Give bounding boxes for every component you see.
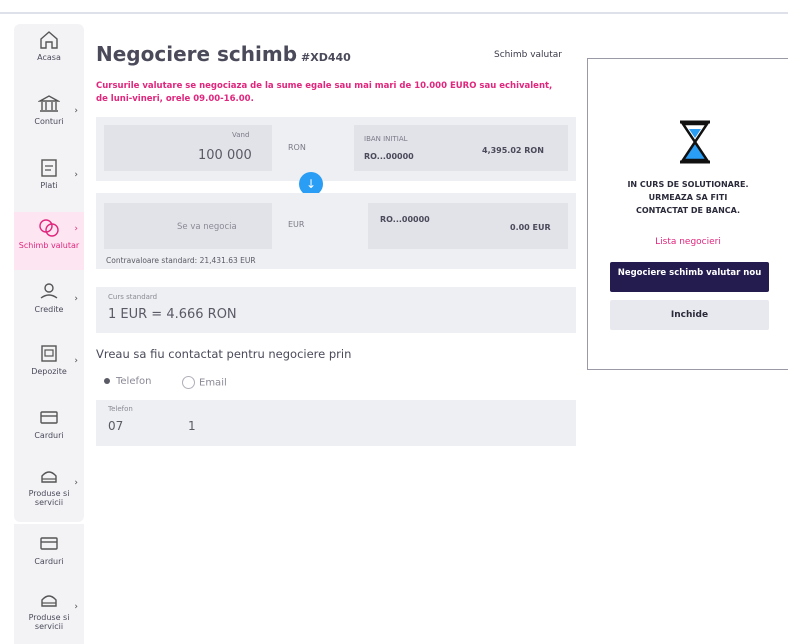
phone-value: 1 xyxy=(188,419,196,433)
sell-balance: 4,395.02 RON xyxy=(482,146,544,155)
chevron-right-icon: › xyxy=(74,170,78,180)
card-icon xyxy=(40,537,58,550)
sidebar-secondary: Carduri Produse si servicii › xyxy=(14,524,84,644)
sidebar-item-credite[interactable]: Credite › xyxy=(14,282,84,332)
chevron-right-icon: › xyxy=(74,224,78,234)
sidebar-item-depozite[interactable]: Depozite › xyxy=(14,344,84,394)
radio-selected-icon xyxy=(104,378,110,384)
negotiations-list-link[interactable]: Lista negocieri xyxy=(600,237,776,247)
chevron-right-icon: › xyxy=(74,106,78,116)
credit-icon xyxy=(40,283,58,299)
contact-question: Vreau sa fiu contactat pentru negociere … xyxy=(96,347,352,361)
sell-currency[interactable]: RON xyxy=(288,143,306,152)
equivalent-amount: Contravaloare standard: 21,431.63 EUR xyxy=(106,256,256,265)
radio-telefon[interactable]: Telefon xyxy=(104,376,151,387)
radio-email[interactable]: Email xyxy=(182,376,227,389)
card-icon xyxy=(40,411,58,424)
products-icon xyxy=(41,471,57,483)
standard-rate-value: 1 EUR = 4.666 RON xyxy=(108,307,237,322)
buy-amount-placeholder: Se va negocia xyxy=(177,222,237,232)
status-message: IN CURS DE SOLUTIONARE. URMEAZA SA FITI … xyxy=(627,180,749,215)
sidebar-item-carduri[interactable]: Carduri xyxy=(14,408,84,458)
sidebar: Acasa Conturi › Plati › Schimb valutar ›… xyxy=(14,24,84,522)
buy-account: RO...00000 xyxy=(380,215,430,224)
sidebar-item-conturi[interactable]: Conturi › xyxy=(14,94,84,144)
phone-prefix: 07 xyxy=(108,419,124,433)
top-bar xyxy=(0,0,788,14)
sidebar-item-acasa[interactable]: Acasa xyxy=(14,30,84,80)
chevron-right-icon: › xyxy=(74,294,78,304)
sell-account: RO...00000 xyxy=(364,152,414,161)
schimb-valutar-link[interactable]: Schimb valutar xyxy=(494,50,562,60)
currency-exchange-icon xyxy=(39,219,59,237)
deposit-icon xyxy=(41,345,57,362)
home-icon xyxy=(40,31,58,49)
payments-icon xyxy=(41,159,57,177)
chevron-right-icon: › xyxy=(74,356,78,366)
buy-balance: 0.00 EUR xyxy=(510,223,551,232)
negotiation-notice: Cursurile valutare se negociaza de la su… xyxy=(96,81,553,104)
close-button[interactable]: Inchide xyxy=(610,300,769,330)
sidebar-item-carduri-2[interactable]: Carduri xyxy=(14,534,84,584)
sidebar-item-produse-2[interactable]: Produse si servicii › xyxy=(14,590,84,644)
sidebar-item-schimb-valutar[interactable]: Schimb valutar › xyxy=(14,212,84,270)
sidebar-item-plati[interactable]: Plati › xyxy=(14,158,84,208)
radio-unselected-icon xyxy=(182,376,195,389)
request-code: #XD440 xyxy=(301,51,351,64)
chevron-right-icon: › xyxy=(74,602,78,612)
buy-currency[interactable]: EUR xyxy=(288,220,304,229)
sell-amount-value: 100 000 xyxy=(198,148,252,163)
products-icon xyxy=(41,595,57,607)
sidebar-item-produse[interactable]: Produse si servicii › xyxy=(14,466,84,520)
hourglass-icon xyxy=(680,120,710,164)
page-title: Negociere schimb #XD440 xyxy=(96,42,351,66)
chevron-right-icon: › xyxy=(74,478,78,488)
bank-icon xyxy=(38,95,60,112)
new-negotiation-button[interactable]: Negociere schimb valutar nou xyxy=(610,262,769,292)
phone-field[interactable] xyxy=(96,400,576,446)
